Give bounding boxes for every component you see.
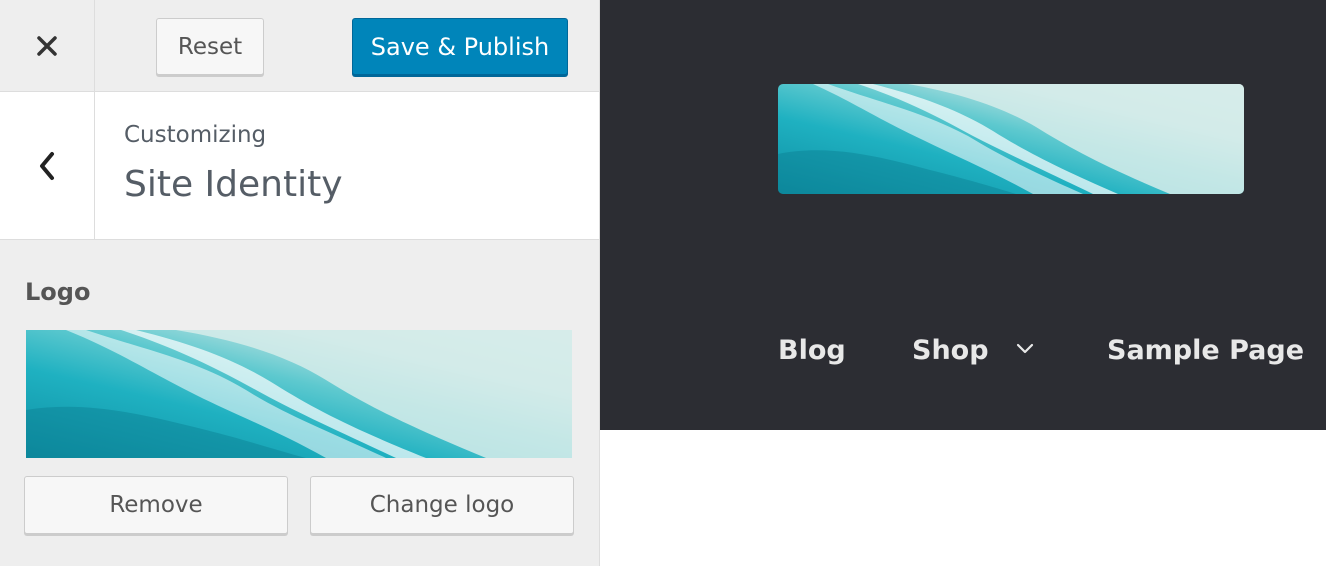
site-header <box>600 0 1326 275</box>
customizer-window: Reset Save & Publish Customizing Site Id… <box>0 0 1326 566</box>
remove-logo-button[interactable]: Remove <box>24 476 288 534</box>
chevron-down-icon[interactable] <box>1016 343 1034 355</box>
nav-item-sample-page[interactable]: Sample Page <box>1107 335 1304 366</box>
section-header: Customizing Site Identity <box>0 92 599 240</box>
site-logo[interactable] <box>778 84 1244 194</box>
change-logo-button[interactable]: Change logo <box>310 476 574 534</box>
back-button[interactable] <box>0 92 95 239</box>
logo-control-label: Logo <box>25 278 91 306</box>
close-icon <box>37 35 57 56</box>
site-navigation: Blog Shop Sample Page <box>600 275 1326 430</box>
logo-thumbnail[interactable] <box>26 330 572 458</box>
beach-logo-image <box>778 84 1244 194</box>
customizer-topbar: Reset Save & Publish <box>0 0 599 92</box>
nav-item-blog[interactable]: Blog <box>778 335 846 366</box>
chevron-left-icon <box>40 151 54 180</box>
customizer-sidebar: Reset Save & Publish Customizing Site Id… <box>0 0 600 566</box>
reset-button[interactable]: Reset <box>156 18 264 75</box>
section-title: Site Identity <box>124 164 343 205</box>
close-button[interactable] <box>0 0 95 91</box>
beach-logo-image <box>26 330 572 458</box>
customizing-label: Customizing <box>124 122 267 148</box>
save-publish-button[interactable]: Save & Publish <box>352 18 568 75</box>
site-preview: Blog Shop Sample Page <box>600 0 1326 566</box>
nav-item-shop[interactable]: Shop <box>912 335 989 366</box>
